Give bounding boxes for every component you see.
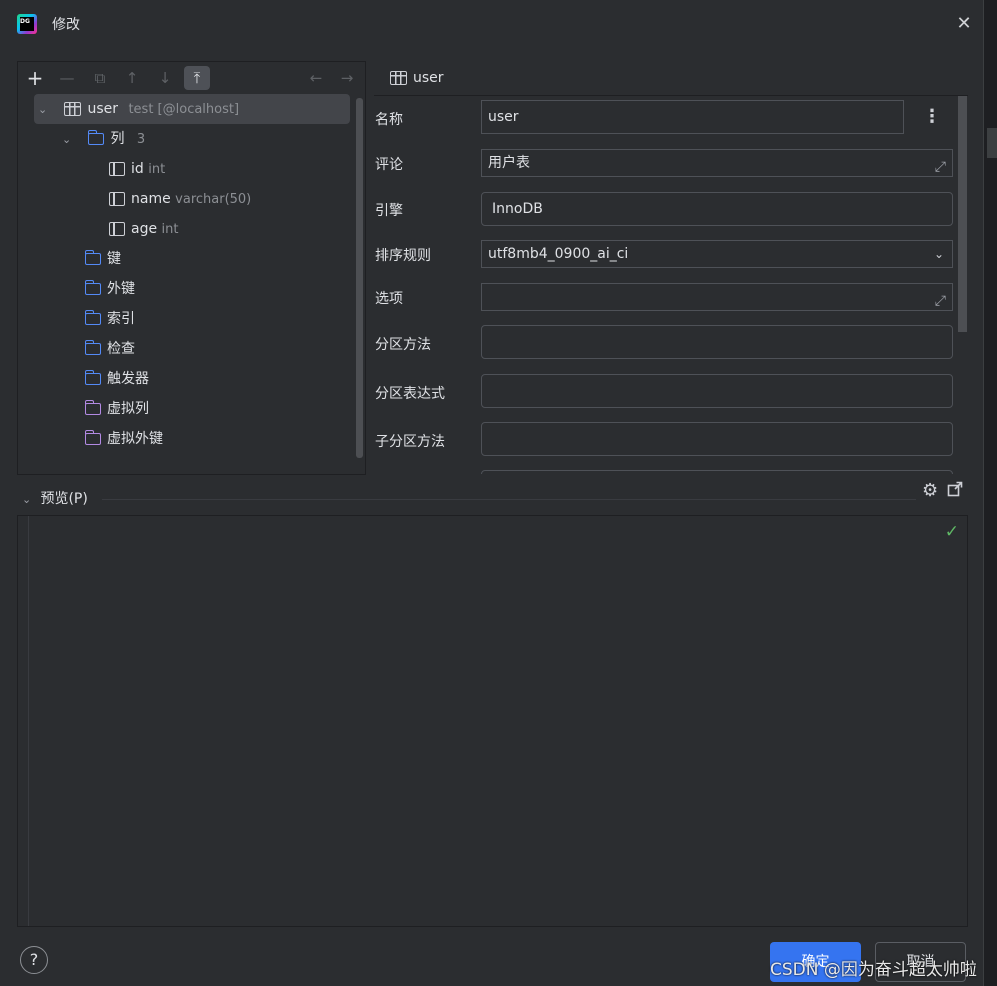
structure-tree-panel: + — ⧉ ↑ ↓ ⤒ ← → ⌄ user test [@localhost]…	[17, 61, 366, 475]
collation-label: 排序规则	[375, 248, 431, 264]
name-label: 名称	[375, 112, 403, 128]
more-options-icon[interactable]: ⋮	[922, 106, 942, 127]
forward-icon[interactable]: →	[334, 66, 360, 90]
dialog-title: 修改	[52, 17, 80, 33]
remove-icon[interactable]: —	[54, 66, 80, 90]
tree-node-column[interactable]: id int	[109, 154, 165, 184]
datagrip-logo-icon	[17, 14, 37, 34]
partition-expression-field[interactable]	[481, 374, 953, 408]
expand-icon[interactable]: ⤢	[935, 288, 946, 314]
tree-node-foreign-keys[interactable]: 外键	[84, 274, 135, 304]
tree-node-virtual-foreign-keys[interactable]: 虚拟外键	[84, 424, 163, 454]
tree-node-triggers[interactable]: 触发器	[84, 364, 149, 394]
column-type: varchar(50)	[175, 192, 252, 207]
editor-gutter	[18, 516, 29, 926]
comment-value: 用户表	[488, 155, 530, 171]
chevron-down-icon: ⌄	[22, 493, 32, 506]
folder-label: 外键	[107, 281, 135, 297]
tree-node-indexes[interactable]: 索引	[84, 304, 135, 334]
collation-value: utf8mb4_0900_ai_ci	[488, 246, 629, 262]
folder-label: 虚拟外键	[107, 431, 163, 447]
preview-divider	[102, 499, 916, 500]
column-type: int	[161, 222, 179, 237]
partition-method-label: 分区方法	[375, 337, 431, 353]
comment-label: 评论	[375, 157, 403, 173]
folder-icon	[84, 370, 101, 385]
folder-icon	[84, 340, 101, 355]
column-icon	[109, 192, 125, 206]
engine-field[interactable]: InnoDB	[481, 192, 953, 226]
partition-expression-label: 分区表达式	[375, 386, 445, 402]
move-up-icon[interactable]: ↑	[119, 66, 145, 90]
title-bar: 修改 ✕	[0, 0, 983, 48]
tree-node-column[interactable]: age int	[109, 214, 179, 244]
table-icon	[390, 71, 407, 85]
add-icon[interactable]: +	[22, 66, 48, 90]
options-label: 选项	[375, 291, 403, 307]
folder-label: 虚拟列	[107, 401, 149, 417]
tree-scrollbar[interactable]	[356, 98, 363, 458]
back-icon[interactable]: ←	[303, 66, 329, 90]
check-icon: ✓	[944, 522, 959, 542]
name-field[interactable]: user	[481, 100, 904, 134]
column-type: int	[148, 162, 166, 177]
virtual-folder-icon	[84, 430, 101, 445]
preview-toggle[interactable]: ⌄ 预览(P)	[22, 488, 88, 508]
watermark: CSDN @因为奋斗超太帅啦	[770, 960, 977, 980]
folder-icon	[84, 250, 101, 265]
tree-node-table[interactable]: ⌄ user test [@localhost]	[34, 94, 350, 124]
folder-label: 键	[107, 251, 121, 267]
options-field[interactable]: ⤢	[481, 283, 953, 311]
copy-icon[interactable]: ⧉	[87, 66, 113, 90]
columns-folder-label: 列	[110, 131, 125, 147]
modify-table-dialog: 修改 ✕ + — ⧉ ↑ ↓ ⤒ ← → ⌄ user test [@local…	[0, 0, 984, 986]
help-button[interactable]: ?	[20, 946, 48, 974]
next-field-partial[interactable]	[481, 470, 953, 474]
subpartition-method-label: 子分区方法	[375, 434, 445, 450]
table-label: user	[87, 101, 118, 117]
column-name: id	[131, 161, 144, 177]
partition-method-field[interactable]	[481, 325, 953, 359]
tab-user[interactable]: user	[390, 66, 444, 92]
comment-field[interactable]: 用户表 ⤢	[481, 149, 953, 177]
table-properties-form: 名称 user ⋮ 评论 用户表 ⤢ 引擎 InnoDB 排序规则 utf8mb…	[374, 96, 968, 474]
virtual-folder-icon	[84, 400, 101, 415]
folder-icon	[84, 280, 101, 295]
table-hint: test [@localhost]	[128, 102, 240, 117]
tree-node-keys[interactable]: 键	[84, 244, 121, 274]
column-name: name	[131, 191, 171, 207]
collation-select[interactable]: utf8mb4_0900_ai_ci ⌄	[481, 240, 953, 268]
columns-count: 3	[136, 132, 146, 147]
tree-node-column[interactable]: name varchar(50)	[109, 184, 251, 214]
folder-label: 检查	[107, 341, 135, 357]
sql-preview-editor[interactable]: ✓	[17, 515, 968, 927]
tab-label: user	[413, 70, 444, 86]
tree-toolbar: + — ⧉ ↑ ↓ ⤒ ← →	[18, 62, 365, 92]
subpartition-method-field[interactable]	[481, 422, 953, 456]
folder-icon	[87, 130, 105, 145]
preview-label: 预览(P)	[40, 491, 88, 507]
expand-icon[interactable]: ⤢	[935, 154, 946, 180]
close-icon[interactable]: ✕	[952, 12, 976, 36]
column-name: age	[131, 221, 158, 237]
tree-node-columns[interactable]: ⌄ 列 3	[62, 124, 145, 154]
move-down-icon[interactable]: ↓	[152, 66, 178, 90]
folder-label: 索引	[107, 311, 135, 327]
background-window	[983, 0, 997, 986]
column-icon	[109, 222, 125, 236]
tree-node-virtual-columns[interactable]: 虚拟列	[84, 394, 149, 424]
column-icon	[109, 162, 125, 176]
move-top-icon[interactable]: ⤒	[184, 66, 210, 90]
chevron-down-icon[interactable]: ⌄	[38, 95, 52, 125]
form-scrollbar[interactable]	[958, 96, 967, 332]
tree-node-checks[interactable]: 检查	[84, 334, 135, 364]
chevron-down-icon: ⌄	[933, 247, 944, 261]
gear-icon[interactable]: ⚙	[922, 480, 938, 501]
folder-label: 触发器	[107, 371, 149, 387]
chevron-down-icon[interactable]: ⌄	[62, 125, 76, 155]
table-icon	[64, 102, 82, 116]
popout-icon[interactable]	[947, 481, 963, 497]
engine-label: 引擎	[375, 203, 403, 219]
folder-icon	[84, 310, 101, 325]
